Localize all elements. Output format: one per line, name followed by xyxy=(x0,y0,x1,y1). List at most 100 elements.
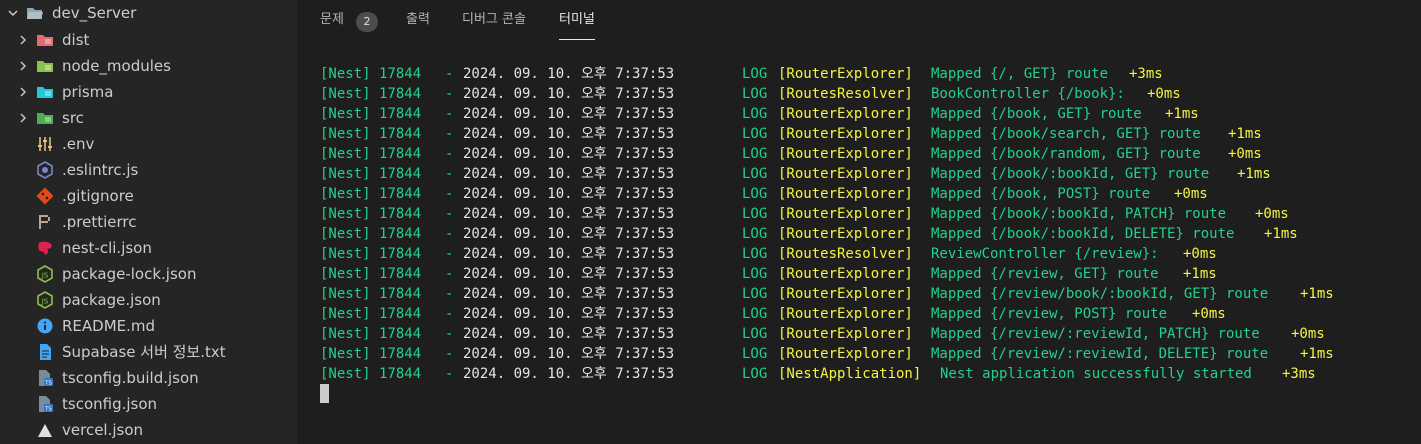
tab-terminal-label: 터미널 xyxy=(559,12,595,27)
log-duration: +0ms xyxy=(1174,186,1208,202)
root-folder-label: dev_Server xyxy=(52,4,137,22)
tab-problems[interactable]: 문제 2 xyxy=(320,0,378,38)
log-level: LOG xyxy=(742,306,768,322)
log-dash: - xyxy=(445,126,454,142)
terminal-log-line: [Nest] 17844 -2024. 09. 10. 오후 7:37:53 LOG… xyxy=(320,64,1410,84)
log-duration: +0ms xyxy=(1147,86,1181,102)
eslint-icon xyxy=(36,161,54,179)
tree-file-item[interactable]: .env xyxy=(0,131,297,157)
tree-item-label: tsconfig.build.json xyxy=(62,369,199,387)
log-timestamp: 2024. 09. 10. 오후 7:37:53 xyxy=(463,306,675,322)
log-context: [RouterExplorer] xyxy=(778,106,913,122)
tree-item-label: .gitignore xyxy=(62,187,134,205)
log-context: [RouterExplorer] xyxy=(778,346,913,362)
log-context: [RouterExplorer] xyxy=(778,306,913,322)
chevron-right-icon[interactable] xyxy=(16,33,30,47)
tree-file-item[interactable]: README.md xyxy=(0,313,297,339)
log-dash: - xyxy=(445,226,454,242)
log-message: Mapped {/book, POST} route xyxy=(931,186,1151,202)
log-dash: - xyxy=(445,106,454,122)
tab-output[interactable]: 출력 xyxy=(406,0,430,38)
log-duration: +0ms xyxy=(1291,326,1325,342)
tree-item-label: .prettierrc xyxy=(62,213,137,231)
tree-file-item[interactable]: .prettierrc xyxy=(0,209,297,235)
terminal-log-line: [Nest] 17844 -2024. 09. 10. 오후 7:37:53 LOG… xyxy=(320,104,1410,124)
tree-folder-item[interactable]: src xyxy=(0,105,297,131)
tree-file-item[interactable]: .eslintrc.js xyxy=(0,157,297,183)
log-message: Mapped {/review, POST} route xyxy=(931,306,1168,322)
tree-file-item[interactable]: .gitignore xyxy=(0,183,297,209)
log-context: [RoutesResolver] xyxy=(778,86,913,102)
svg-text:JS: JS xyxy=(41,298,49,306)
chevron-right-icon[interactable] xyxy=(16,111,30,125)
log-level: LOG xyxy=(742,366,768,382)
node-modules-folder-icon xyxy=(36,57,54,75)
tree-folder-item[interactable]: prisma xyxy=(0,79,297,105)
log-context: [RouterExplorer] xyxy=(778,326,913,342)
log-dash: - xyxy=(445,66,454,82)
log-duration: +3ms xyxy=(1282,366,1316,382)
log-level: LOG xyxy=(742,206,768,222)
log-prefix: [Nest] 17844 xyxy=(320,246,422,262)
tab-terminal[interactable]: 터미널 xyxy=(559,0,595,40)
terminal-log-line: [Nest] 17844 -2024. 09. 10. 오후 7:37:53 LOG… xyxy=(320,324,1410,344)
log-timestamp: 2024. 09. 10. 오후 7:37:53 xyxy=(463,206,675,222)
tree-folder-item[interactable]: node_modules xyxy=(0,53,297,79)
folder-open-icon xyxy=(26,4,44,22)
log-context: [RouterExplorer] xyxy=(778,206,913,222)
git-icon xyxy=(36,187,54,205)
log-message: BookController {/book}: xyxy=(931,86,1125,102)
log-message: ReviewController {/review}: xyxy=(931,246,1159,262)
log-prefix: [Nest] 17844 xyxy=(320,206,422,222)
tree-file-item[interactable]: JS package.json xyxy=(0,287,297,313)
terminal-log-line: [Nest] 17844 -2024. 09. 10. 오후 7:37:53 LOG… xyxy=(320,264,1410,284)
log-dash: - xyxy=(445,326,454,342)
tree-folder-item[interactable]: dist xyxy=(0,27,297,53)
log-prefix: [Nest] 17844 xyxy=(320,106,422,122)
terminal-output[interactable]: [Nest] 17844-2024. 09. 10. 오후 7:37:53 LOG… xyxy=(320,64,1410,384)
chevron-right-icon[interactable] xyxy=(16,59,30,73)
log-duration: +1ms xyxy=(1183,266,1217,282)
log-duration: +3ms xyxy=(1129,66,1163,82)
log-message: Mapped {/review/:reviewId, DELETE} route xyxy=(931,346,1269,362)
log-prefix: [Nest] 17844 xyxy=(320,146,422,162)
log-context: [RoutesResolver] xyxy=(778,246,913,262)
chevron-down-icon[interactable] xyxy=(6,6,20,20)
log-duration: +0ms xyxy=(1228,146,1262,162)
tree-file-item[interactable]: Supabase 서버 정보.txt xyxy=(0,339,297,365)
vercel-icon xyxy=(36,421,54,439)
tab-debug-console[interactable]: 디버그 콘솔 xyxy=(462,0,526,38)
log-duration: +1ms xyxy=(1165,106,1199,122)
log-message: Mapped {/book/random, GET} route xyxy=(931,146,1201,162)
tree-file-item[interactable]: TS tsconfig.json xyxy=(0,391,297,417)
tree-root-folder[interactable]: dev_Server xyxy=(0,0,297,26)
log-level: LOG xyxy=(742,226,768,242)
log-timestamp: 2024. 09. 10. 오후 7:37:53 xyxy=(463,146,675,162)
tree-item-label: prisma xyxy=(62,83,114,101)
log-message: Mapped {/review, GET} route xyxy=(931,266,1159,282)
tree-file-item[interactable]: TS tsconfig.build.json xyxy=(0,365,297,391)
log-duration: +1ms xyxy=(1264,226,1298,242)
log-timestamp: 2024. 09. 10. 오후 7:37:53 xyxy=(463,346,675,362)
nodejs-icon: JS xyxy=(36,291,54,309)
chevron-right-icon[interactable] xyxy=(16,85,30,99)
tree-item-label: dist xyxy=(62,31,90,49)
log-prefix: [Nest] 17844 xyxy=(320,346,422,362)
terminal-log-line: [Nest] 17844 -2024. 09. 10. 오후 7:37:53 LOG… xyxy=(320,244,1410,264)
log-message: Mapped {/book, GET} route xyxy=(931,106,1142,122)
log-prefix: [Nest] 17844 xyxy=(320,226,422,242)
log-duration: +0ms xyxy=(1255,206,1289,222)
terminal-log-line: [Nest] 17844 -2024. 09. 10. 오후 7:37:53 LOG… xyxy=(320,84,1410,104)
log-dash: - xyxy=(445,246,454,262)
log-message: Mapped {/book/:bookId, PATCH} route xyxy=(931,206,1227,222)
log-timestamp: 2024. 09. 10. 오후 7:37:53 xyxy=(463,86,675,102)
panel-tab-bar: 문제 2 출력 디버그 콘솔 터미널 xyxy=(297,0,1421,42)
log-prefix: [Nest] 17844 xyxy=(320,66,422,82)
log-dash: - xyxy=(445,166,454,182)
tree-file-item[interactable]: nest-cli.json xyxy=(0,235,297,261)
tree-item-label: Supabase 서버 정보.txt xyxy=(62,343,226,361)
log-duration: +1ms xyxy=(1228,126,1262,142)
tree-file-item[interactable]: JS package-lock.json xyxy=(0,261,297,287)
log-message: Mapped {/review/book/:bookId, GET} route xyxy=(931,286,1269,302)
tree-file-item[interactable]: vercel.json xyxy=(0,417,297,443)
